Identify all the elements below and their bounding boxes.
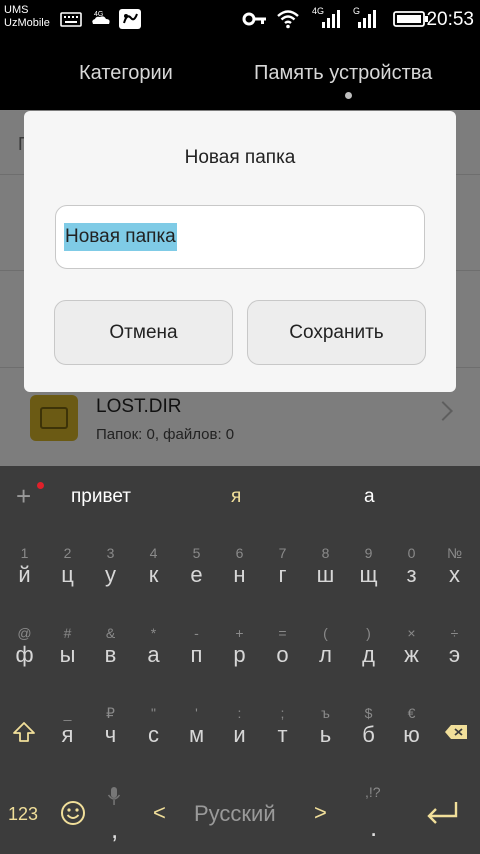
key[interactable]: ' м — [175, 704, 218, 748]
key[interactable]: № х — [433, 544, 476, 588]
key[interactable]: # ы — [46, 624, 89, 668]
key[interactable]: @ ф — [3, 624, 46, 668]
key[interactable]: (л — [304, 624, 347, 668]
suggestion-2[interactable]: я — [231, 486, 241, 508]
chevron-left-icon[interactable]: < — [153, 800, 166, 826]
key[interactable]: × ж — [390, 624, 433, 668]
suggestion-bar: + привет я а — [0, 466, 480, 532]
microphone-icon[interactable] — [107, 786, 121, 806]
battery-icon — [393, 11, 428, 27]
punctuation-hint: ,!? — [365, 784, 381, 800]
folder-name-input[interactable]: Новая папка — [55, 205, 425, 269]
keyboard-notification-icon — [60, 12, 82, 27]
numbers-key[interactable]: 123 — [8, 804, 38, 825]
key[interactable]: & в — [89, 624, 132, 668]
tab-device-storage[interactable]: Память устройства — [254, 62, 432, 85]
emoji-icon[interactable] — [60, 800, 86, 826]
key[interactable]: 0з — [390, 544, 433, 588]
keyboard-bottom-row: 123 , < Русский > ,!? . — [0, 776, 480, 854]
carrier-info: UMS UzMobile — [4, 4, 50, 30]
keyboard: + привет я а 1й 2ц 3у 4к 5е 6н 7г 8ш 9щ … — [0, 466, 480, 854]
wifi-icon — [277, 10, 299, 29]
shift-icon[interactable] — [12, 720, 36, 744]
key[interactable]: 1й — [3, 544, 46, 588]
folder-meta: Папок: 0, файлов: 0 — [96, 426, 235, 443]
space-language-key[interactable]: Русский — [194, 801, 276, 827]
tab-bar: Категории Память устройства — [0, 38, 480, 110]
chevron-right-icon — [433, 401, 453, 421]
key[interactable]: = о — [261, 624, 304, 668]
key[interactable]: ₽ ч — [89, 704, 132, 748]
key[interactable]: :и — [218, 704, 261, 748]
active-tab-indicator — [345, 92, 352, 99]
key[interactable]: 7г — [261, 544, 304, 588]
key[interactable]: ; т — [261, 704, 304, 748]
clock: 20:53 — [426, 9, 474, 30]
key[interactable]: 3у — [89, 544, 132, 588]
comma-key[interactable]: , — [111, 814, 118, 845]
suggestion-3[interactable]: а — [364, 486, 375, 508]
carrier-line-1: UMS — [4, 4, 29, 16]
network-type-label-1: 4G — [312, 6, 325, 16]
key[interactable]: 8ш — [304, 544, 347, 588]
key[interactable]: * а — [132, 624, 175, 668]
new-folder-dialog: Новая папка Новая папка Отмена Сохранить — [24, 111, 456, 392]
folder-name: LOST.DIR — [96, 396, 182, 417]
key[interactable]: " с — [132, 704, 175, 748]
app-notification-icon — [119, 9, 141, 29]
enter-icon[interactable] — [424, 798, 460, 828]
key[interactable]: 2ц — [46, 544, 89, 588]
notification-dot — [37, 482, 44, 489]
backspace-icon[interactable] — [444, 724, 468, 740]
key[interactable]: € ю — [390, 704, 433, 748]
key[interactable]: -п — [175, 624, 218, 668]
key[interactable]: ÷ э — [433, 624, 476, 668]
period-key[interactable]: . — [370, 812, 377, 843]
suggestion-1[interactable]: привет — [71, 486, 131, 508]
tab-categories[interactable]: Категории — [79, 62, 173, 85]
carrier-line-2: UzMobile — [4, 17, 50, 29]
folder-name-input-value[interactable]: Новая папка — [64, 223, 177, 251]
folder-icon — [30, 395, 78, 441]
cancel-button[interactable]: Отмена — [54, 300, 233, 365]
key[interactable]: ) д — [347, 624, 390, 668]
key[interactable]: + р — [218, 624, 261, 668]
chevron-right-icon[interactable]: > — [314, 800, 327, 826]
save-button[interactable]: Сохранить — [247, 300, 426, 365]
key[interactable]: 5е — [175, 544, 218, 588]
cloud-4g-icon: 4G — [92, 11, 110, 24]
key[interactable]: 9щ — [347, 544, 390, 588]
key[interactable]: 6н — [218, 544, 261, 588]
key[interactable]: _ я — [46, 704, 89, 748]
status-bar: UMS UzMobile 4G 4G G 20:53 — [0, 0, 480, 38]
network-type-label-2: G — [353, 6, 361, 16]
key[interactable]: ъь — [304, 704, 347, 748]
key[interactable]: $ б — [347, 704, 390, 748]
dialog-title: Новая папка — [184, 147, 296, 168]
key[interactable]: 4к — [132, 544, 175, 588]
key-icon — [242, 12, 266, 26]
plus-icon[interactable]: + — [16, 481, 31, 512]
